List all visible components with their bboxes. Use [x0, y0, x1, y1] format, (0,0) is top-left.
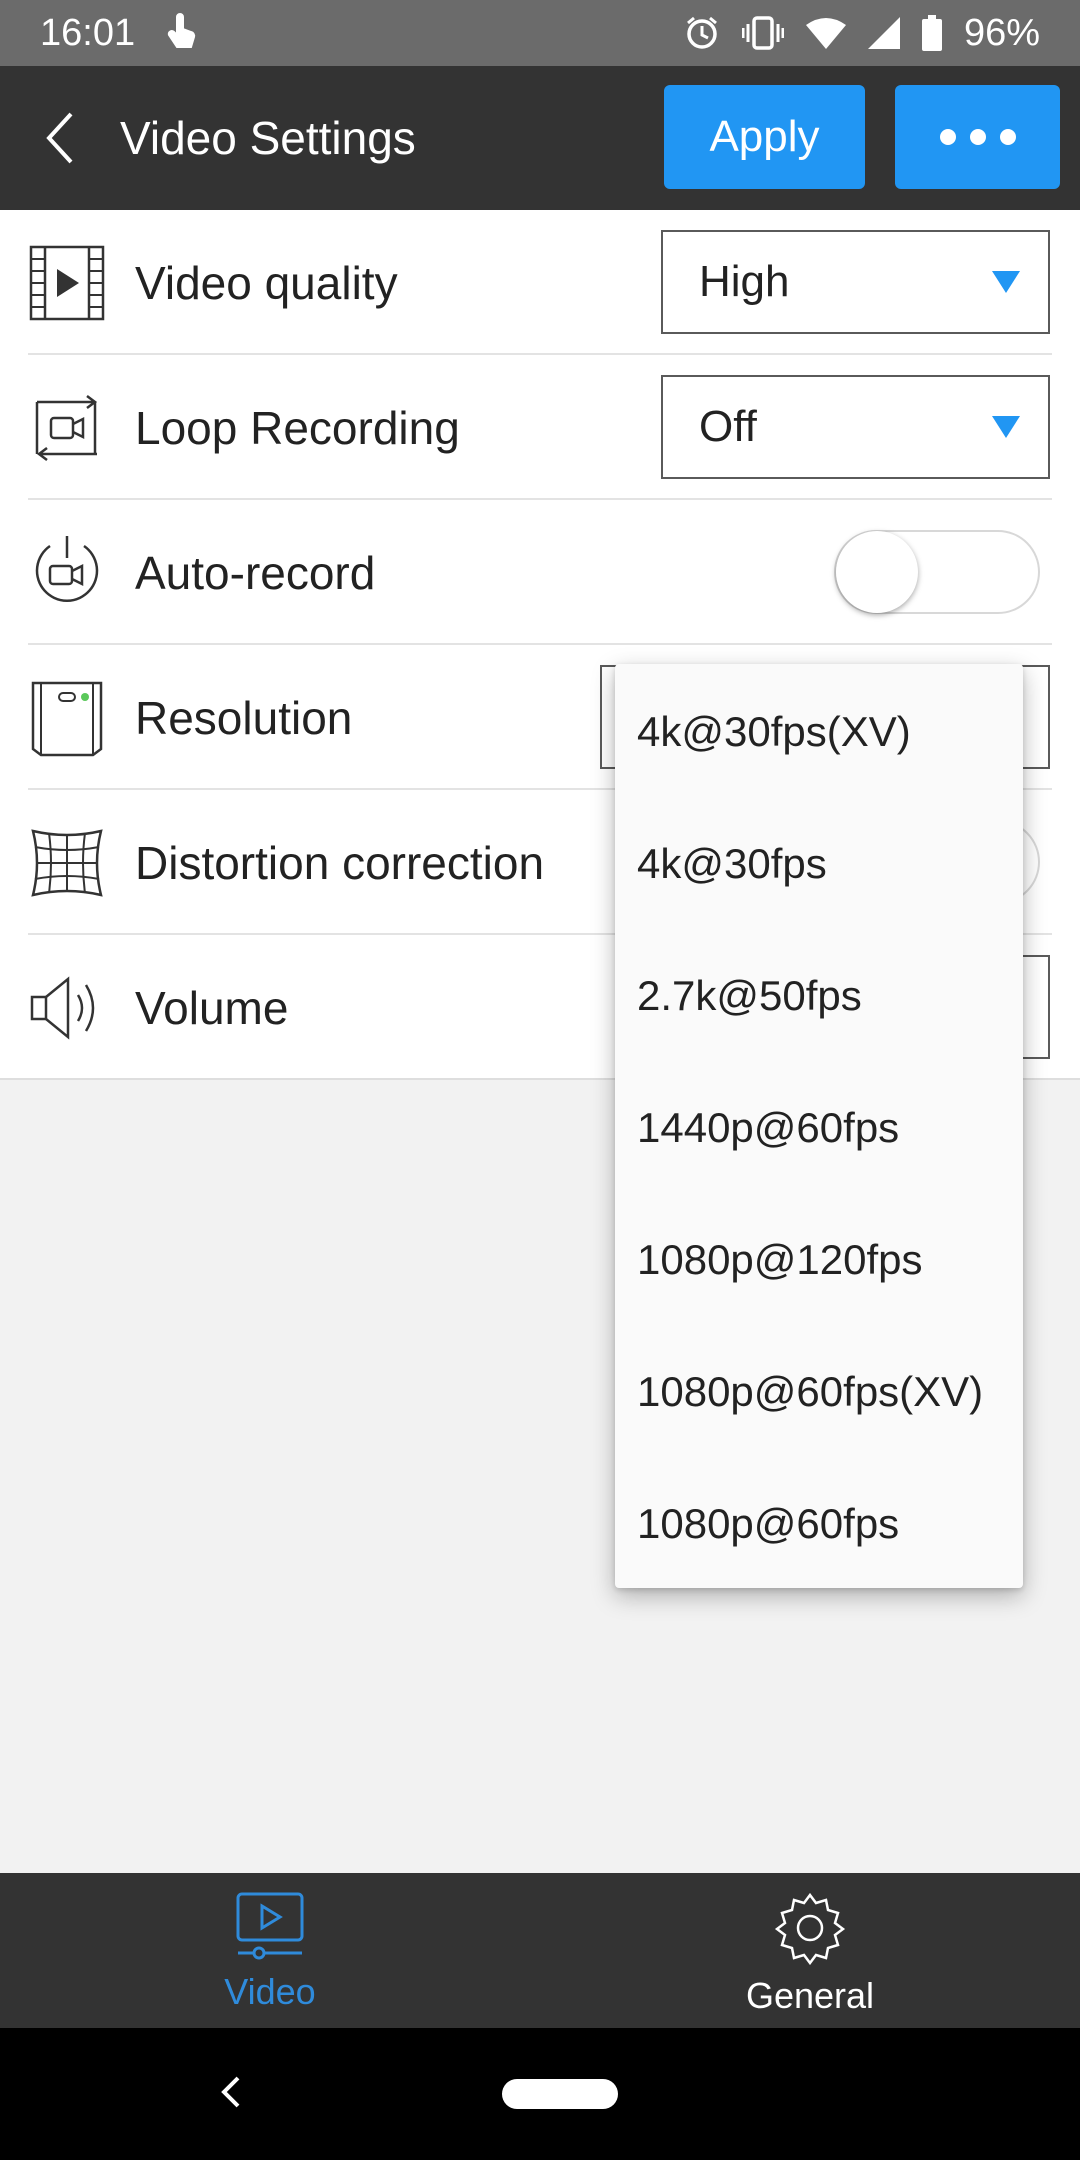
dropdown-option[interactable]: 1080p@60fps(XV) — [637, 1352, 1017, 1432]
alarm-icon — [684, 15, 720, 51]
bottom-tab-bar: Video General — [0, 1873, 1080, 2028]
video-tab-icon — [236, 1892, 304, 1960]
resolution-dropdown-menu: 4k@30fps(XV) 4k@30fps 2.7k@50fps 1440p@6… — [615, 664, 1023, 1588]
tab-video-label: Video — [224, 1971, 316, 2012]
dropdown-option[interactable]: 1080p@60fps — [637, 1484, 1017, 1564]
gear-icon — [774, 1892, 846, 1965]
tab-general-label: General — [745, 1975, 875, 2016]
status-time: 16:01 — [40, 11, 136, 54]
vibrate-icon — [741, 16, 784, 50]
auto-record-toggle[interactable] — [834, 530, 1040, 614]
dropdown-option[interactable]: 4k@30fps(XV) — [637, 692, 1017, 772]
toggle-knob — [836, 531, 918, 613]
tab-video[interactable]: Video — [0, 1873, 540, 2028]
back-button[interactable] — [0, 66, 120, 210]
nav-home-button[interactable] — [502, 2079, 618, 2109]
signal-icon — [867, 17, 900, 49]
more-dot — [969, 129, 986, 145]
camera-device-icon — [28, 679, 106, 757]
volume-label: Volume — [135, 981, 289, 1034]
tab-general[interactable]: General — [540, 1873, 1080, 2028]
more-dots-icon — [939, 129, 956, 145]
resolution-label: Resolution — [135, 691, 353, 744]
auto-record-label: Auto-record — [135, 546, 376, 599]
power-camera-icon — [28, 534, 106, 612]
dropdown-option[interactable]: 1080p@120fps — [637, 1220, 1017, 1300]
battery-icon — [921, 15, 942, 51]
status-bar: 16:01 96% — [0, 0, 1080, 66]
battery-percent: 96% — [963, 11, 1040, 54]
dropdown-option[interactable]: 2.7k@50fps — [637, 956, 1017, 1036]
dropdown-option[interactable]: 4k@30fps — [637, 824, 1017, 904]
apply-button[interactable]: Apply — [664, 85, 865, 189]
loop-recording-label: Loop Recording — [135, 401, 460, 454]
app-header: Video Settings Apply — [0, 66, 1080, 210]
loop-recording-select[interactable]: Off — [661, 375, 1050, 479]
dropdown-caret-icon — [992, 416, 1020, 438]
back-chevron-icon — [46, 112, 73, 164]
loop-camera-icon — [28, 389, 106, 467]
setting-row-auto-record: Auto-record — [0, 500, 1080, 645]
setting-row-loop-recording: Loop Recording Off — [0, 355, 1080, 500]
distortion-correction-label: Distortion correction — [135, 836, 545, 889]
dropdown-caret-icon — [992, 271, 1020, 293]
touch-icon — [165, 13, 199, 53]
video-quality-select[interactable]: High — [661, 230, 1050, 334]
nav-back-icon[interactable] — [218, 2072, 242, 2112]
setting-row-video-quality: Video quality High — [0, 210, 1080, 355]
video-quality-value: High — [699, 257, 790, 306]
page-title: Video Settings — [120, 112, 416, 164]
system-nav-bar — [0, 2028, 1080, 2160]
grid-distortion-icon — [28, 824, 106, 902]
wifi-icon — [805, 17, 846, 49]
dropdown-option[interactable]: 1440p@60fps — [637, 1088, 1017, 1168]
film-icon — [28, 244, 106, 322]
more-dot — [999, 129, 1016, 145]
more-options-button[interactable] — [895, 85, 1060, 189]
speaker-icon — [28, 969, 106, 1047]
video-quality-label: Video quality — [135, 256, 398, 309]
loop-recording-value: Off — [699, 402, 757, 451]
